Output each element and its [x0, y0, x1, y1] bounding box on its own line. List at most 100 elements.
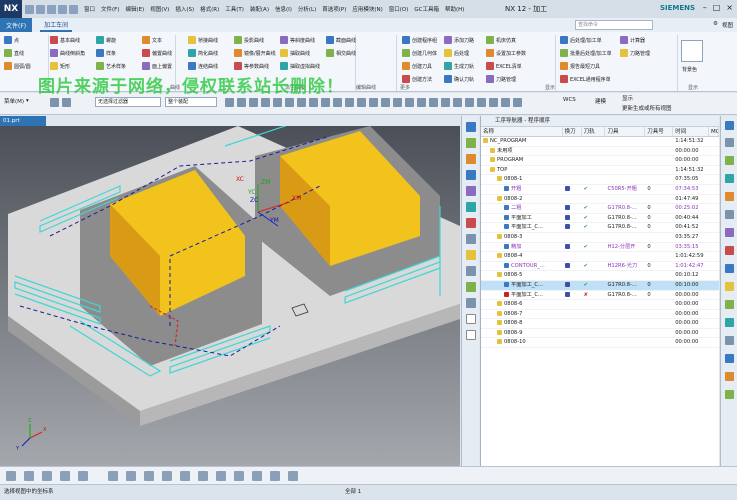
command-search-input[interactable]: 查找命令 [575, 20, 653, 30]
menu-item[interactable]: 视图(V) [150, 5, 169, 13]
ribbon-command[interactable]: 抽取曲线 [280, 49, 310, 57]
wcs-button[interactable]: WCS [563, 97, 576, 103]
ribbon-command[interactable]: 确认刀轨 [444, 75, 474, 83]
copy-icon[interactable] [69, 4, 78, 14]
bottom-icon[interactable] [162, 471, 172, 481]
menu-item[interactable]: 窗口 [84, 5, 95, 13]
palette-icon[interactable] [466, 250, 476, 260]
background-color-icon[interactable] [681, 40, 703, 62]
bottom-icon[interactable] [6, 471, 16, 481]
layers-icon[interactable] [466, 266, 476, 276]
bottom-icon[interactable] [198, 471, 208, 481]
machine-navigator-icon[interactable] [466, 186, 476, 196]
snap-icon[interactable] [393, 98, 402, 107]
ribbon-command[interactable]: 桥接曲线 [188, 36, 218, 44]
ribbon-command[interactable]: 后处理/加工单 [560, 36, 602, 44]
resource-icon[interactable] [466, 298, 476, 308]
menu-item[interactable]: 装配(A) [250, 5, 269, 13]
chart-icon[interactable] [725, 390, 734, 399]
check-icon[interactable] [466, 282, 476, 292]
table-row[interactable]: 0808-7 00:00:00 [481, 310, 719, 320]
col-toolchange[interactable]: 换刀 [563, 127, 582, 136]
undo-icon[interactable] [36, 4, 45, 14]
roles-icon[interactable] [466, 234, 476, 244]
analysis-icon[interactable] [725, 318, 734, 327]
col-tool[interactable]: 刀具 [605, 127, 646, 136]
snap-icon[interactable] [369, 98, 378, 107]
measure-icon[interactable] [725, 300, 734, 309]
table-row[interactable]: 开粗 ✔ C50R5-开粗 0 07:34:53 [481, 185, 719, 195]
layer-icon[interactable] [725, 121, 734, 130]
ribbon-command[interactable]: 计算器 [620, 36, 645, 44]
table-row[interactable]: CONTOUR_... ✔ H12R6-光刀 0 1:01:42:47 [481, 262, 719, 272]
blank-icon[interactable] [466, 314, 476, 324]
tab-view[interactable]: 视图 [722, 21, 733, 29]
snap-icon[interactable] [429, 98, 438, 107]
bottom-icon[interactable] [144, 471, 154, 481]
table-row[interactable]: 0808-2 01:47:49 [481, 195, 719, 205]
table-row[interactable]: 平面加工_C... ✘ G17R0.8-... 0 00:00:00 [481, 291, 719, 301]
ribbon-command[interactable]: 后处理 [444, 49, 469, 57]
snap-icon[interactable] [453, 98, 462, 107]
ribbon-command[interactable]: 批量后处理/加工单 [560, 49, 612, 57]
menu-item[interactable]: 信息(I) [275, 5, 292, 13]
section-icon[interactable] [725, 282, 734, 291]
ribbon-command[interactable]: 偏置曲线 [142, 49, 172, 57]
snap-icon[interactable] [345, 98, 354, 107]
table-row[interactable]: TOP 1:14:51:32 [481, 166, 719, 176]
table-row[interactable]: 平面加工 ✔ G17R0.8-... 0 00:40:44 [481, 214, 719, 224]
web-icon[interactable] [466, 218, 476, 228]
zoom-icon[interactable] [725, 228, 734, 237]
ribbon-command[interactable]: 艺术样条 [96, 62, 126, 70]
menu-item[interactable]: 文件(F) [101, 5, 119, 13]
col-toolpath[interactable]: 刀轨 [582, 127, 606, 136]
ribbon-command[interactable]: 等斜度曲线 [280, 36, 315, 44]
table-row[interactable]: 0808-8 00:00:00 [481, 319, 719, 329]
ribbon-command[interactable]: 刀路管理 [486, 75, 516, 83]
menu-item[interactable]: 首选项(P) [322, 5, 346, 13]
select-icon[interactable] [50, 98, 59, 107]
tab-file[interactable]: 文件(F) [0, 18, 33, 32]
snap-icon[interactable] [225, 98, 234, 107]
ribbon-command[interactable]: 面上偏置 [142, 62, 172, 70]
bottom-icon[interactable] [24, 471, 34, 481]
ribbon-command[interactable]: 截面曲线 [326, 36, 356, 44]
bottom-icon[interactable] [108, 471, 118, 481]
snap-icon[interactable] [417, 98, 426, 107]
ribbon-command[interactable]: 矩形 [50, 62, 70, 70]
display-button[interactable]: 显示 [622, 94, 633, 102]
ribbon-command[interactable]: 设置加工参数 [486, 49, 526, 57]
bottom-icon[interactable] [60, 471, 70, 481]
edit-icon[interactable] [725, 372, 734, 381]
ribbon-command[interactable]: 抽取虚拟曲线 [280, 62, 320, 70]
pan-icon[interactable] [725, 264, 734, 273]
blank-icon[interactable] [466, 330, 476, 340]
snap-icon[interactable] [381, 98, 390, 107]
bottom-icon[interactable] [270, 471, 280, 481]
color-icon[interactable] [725, 354, 734, 363]
menu-item[interactable]: 分析(L) [298, 5, 316, 13]
col-mc[interactable]: MC [709, 127, 719, 136]
ribbon-command[interactable]: 曲线倒斜角 [50, 49, 85, 57]
table-row[interactable]: 0808-10 00:00:00 [481, 338, 719, 349]
table-row[interactable]: 0808-1 07:35:05 [481, 175, 719, 185]
minimize-icon[interactable]: – [703, 3, 707, 12]
snap-icon[interactable] [261, 98, 270, 107]
ribbon-command[interactable]: 投影曲线 [234, 36, 264, 44]
ribbon-command[interactable]: 相交曲线 [326, 49, 356, 57]
table-row[interactable]: 二粗 ✔ G17R0.8-... 0 00:25:02 [481, 204, 719, 214]
assembly-scope-select[interactable]: 整个装配 [165, 97, 217, 107]
menu-item[interactable]: GC工具箱 [414, 5, 439, 13]
part-tab[interactable]: 01.prt [0, 116, 46, 126]
menu-item[interactable]: 窗口(O) [389, 5, 409, 13]
ribbon-command[interactable]: 连结曲线 [188, 62, 218, 70]
tool-icon[interactable] [725, 336, 734, 345]
bottom-icon[interactable] [234, 471, 244, 481]
snap-icon[interactable] [273, 98, 282, 107]
rotate-icon[interactable] [725, 246, 734, 255]
snap-icon[interactable] [489, 98, 498, 107]
save-icon[interactable] [25, 4, 34, 14]
ribbon-command[interactable]: 创建方法 [402, 75, 432, 83]
snap-icon[interactable] [441, 98, 450, 107]
snap-icon[interactable] [297, 98, 306, 107]
